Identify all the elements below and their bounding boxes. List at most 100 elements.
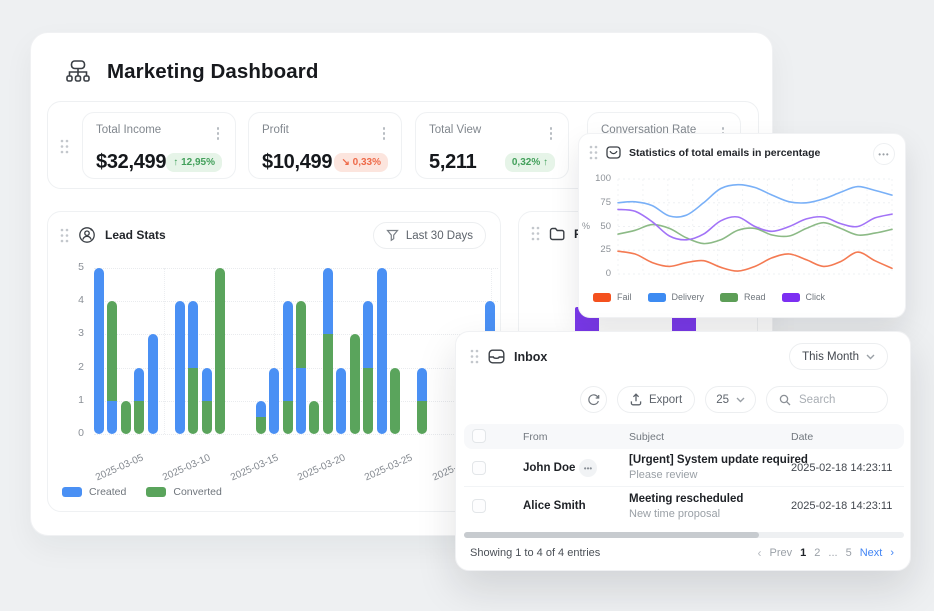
kpi-menu-icon[interactable] [547, 124, 556, 143]
email-chart-y-tick: 25 [585, 244, 611, 255]
inbox-footer: Showing 1 to 4 of 4 entries ‹ Prev 1 2 .… [470, 546, 894, 560]
drag-handle-icon[interactable] [531, 226, 540, 241]
page-size-value: 25 [716, 394, 729, 406]
email-chart-y-tick: 75 [585, 197, 611, 208]
drag-handle-icon[interactable] [60, 228, 69, 243]
search-icon [779, 394, 791, 406]
column-header-date: Date [791, 431, 813, 443]
drag-handle-icon[interactable] [470, 349, 479, 364]
legend-item: Delivery [648, 292, 705, 302]
kpi-trend-badge: ↘ 0,33% [334, 153, 388, 172]
row-subject: [Urgent] System update required [629, 454, 808, 466]
prev-chevron-icon[interactable]: ‹ [758, 546, 762, 560]
email-line-chart [613, 174, 897, 286]
table-row[interactable]: John Doe ••• [Urgent] System update requ… [464, 449, 904, 487]
lead-bar [390, 368, 400, 434]
email-chart-legend: FailDeliveryReadClick [593, 292, 825, 302]
drag-handle-icon[interactable] [60, 139, 69, 154]
lead-chart-y-tick: 5 [62, 261, 84, 273]
entries-summary: Showing 1 to 4 of 4 entries [470, 547, 600, 559]
lead-bar [336, 368, 346, 434]
select-all-checkbox[interactable] [472, 429, 486, 443]
kpi-value: $10,499 [262, 151, 332, 174]
kpi-menu-icon[interactable] [214, 124, 223, 143]
lead-chart-x-tick: 2025-03-20 [284, 452, 347, 488]
email-stats-panel: Statistics of total emails in percentage… [578, 133, 906, 318]
lead-bar [107, 301, 117, 434]
kpi-title: Profit [262, 124, 289, 136]
inbox-toolbar: Export 25 Search [580, 386, 888, 413]
kpi-trend-badge: 0,32% ↑ [505, 153, 555, 172]
row-menu-button[interactable]: ••• [579, 459, 597, 477]
kpi-value: 5,211 [429, 151, 476, 174]
column-header-subject: Subject [629, 431, 664, 443]
lead-chart-x-tick: 2025-03-15 [217, 452, 280, 488]
row-preview: Please review [629, 469, 808, 481]
lead-bar [363, 301, 373, 434]
lead-chart-y-tick: 3 [62, 327, 84, 339]
email-chart-y-tick: 100 [585, 173, 611, 184]
mail-icon [606, 146, 621, 159]
lead-stats-title: Lead Stats [105, 228, 166, 242]
date-range-filter-button[interactable]: Last 30 Days [373, 222, 486, 249]
page-button-1[interactable]: 1 [800, 547, 806, 559]
lead-bar [377, 268, 387, 434]
legend-swatch [62, 487, 82, 497]
inbox-table: From Subject Date John Doe ••• [Urgent] … [464, 424, 904, 525]
search-input[interactable]: Search [766, 386, 888, 413]
page-title: Marketing Dashboard [107, 60, 319, 84]
legend-swatch [720, 293, 738, 302]
row-checkbox[interactable] [472, 461, 486, 475]
next-chevron-icon[interactable]: › [890, 547, 894, 559]
dashboard-header: Marketing Dashboard [63, 57, 319, 87]
row-date: 2025-02-18 14:23:11 [791, 500, 892, 512]
card-menu-button[interactable]: ••• [873, 143, 895, 165]
series-line-fail [618, 251, 892, 271]
lead-chart-y-tick: 1 [62, 394, 84, 406]
lead-bar [269, 368, 279, 434]
refresh-button[interactable] [580, 386, 607, 413]
drag-handle-icon[interactable] [589, 145, 598, 160]
table-row[interactable]: Alice Smith Meeting rescheduled New time… [464, 487, 904, 525]
row-from: Alice Smith [523, 500, 586, 512]
lead-bar [283, 301, 293, 434]
legend-item: Click [782, 292, 826, 302]
horizontal-scrollbar[interactable] [464, 532, 904, 538]
page-ellipsis: ... [828, 547, 837, 559]
export-button[interactable]: Export [617, 386, 695, 413]
row-checkbox[interactable] [472, 499, 486, 513]
page: Marketing Dashboard Total Income $32,499… [0, 0, 934, 611]
next-button[interactable]: Next [860, 547, 883, 559]
lead-bar [148, 334, 158, 434]
lead-bar [94, 268, 104, 434]
row-preview: New time proposal [629, 508, 743, 520]
lead-stats-panel: Lead Stats Last 30 Days 012345 2025-03-0… [47, 211, 501, 512]
lead-chart-y-tick: 4 [62, 294, 84, 306]
row-subject-cell: Meeting rescheduled New time proposal [629, 493, 743, 520]
series-line-delivery [618, 185, 892, 217]
sitemap-icon [63, 57, 93, 87]
page-button-2[interactable]: 2 [814, 547, 820, 559]
period-label: This Month [802, 351, 859, 363]
lead-bar [350, 334, 360, 434]
kpi-menu-icon[interactable] [380, 124, 389, 143]
legend-swatch [593, 293, 611, 302]
lead-bar [188, 301, 198, 434]
scrollbar-thumb[interactable] [464, 532, 759, 538]
kpi-card-profit: Profit $10,499 ↘ 0,33% [248, 112, 402, 179]
date-range-label: Last 30 Days [406, 230, 473, 242]
row-subject-cell: [Urgent] System update required Please r… [629, 454, 808, 481]
page-size-select[interactable]: 25 [705, 386, 756, 413]
row-from: John Doe [523, 462, 575, 474]
chevron-down-icon [736, 397, 745, 403]
period-select[interactable]: This Month [789, 343, 888, 370]
prev-button[interactable]: Prev [770, 547, 793, 559]
legend-swatch [782, 293, 800, 302]
page-button-5[interactable]: 5 [846, 547, 852, 559]
email-chart-y-unit: % [582, 221, 590, 231]
lead-bar [256, 401, 266, 434]
email-stats-title: Statistics of total emails in percentage [629, 147, 820, 159]
leads-icon [78, 226, 96, 244]
legend-item: Converted [146, 486, 221, 498]
funnel-icon [386, 229, 399, 242]
